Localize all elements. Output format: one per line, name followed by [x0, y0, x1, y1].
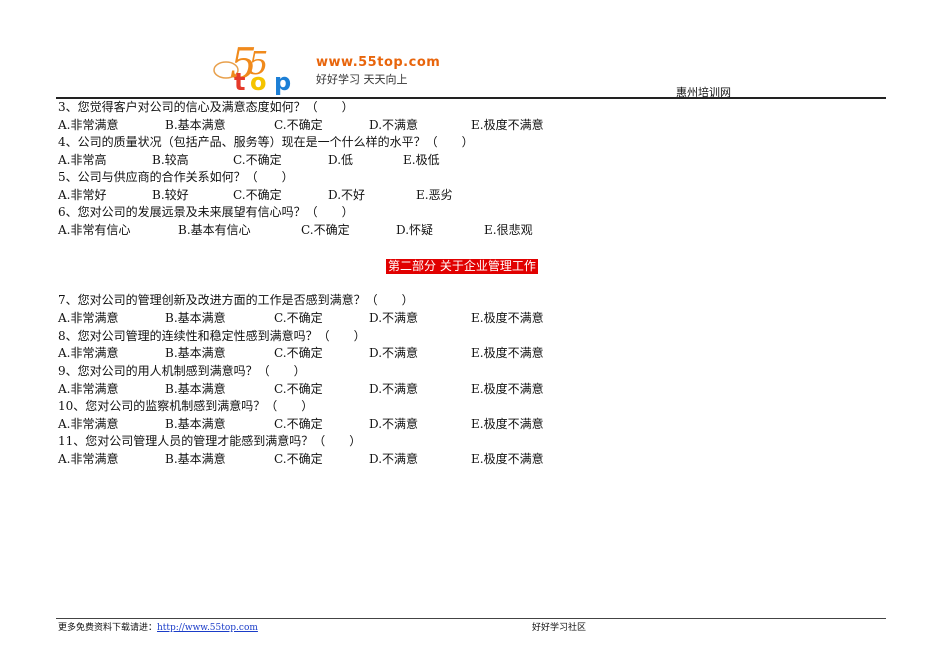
answer-option: E.极低: [403, 153, 440, 167]
footer-community: 好好学习社区: [532, 623, 587, 633]
answer-option: A.非常满意: [58, 452, 119, 466]
question-text: 8、您对公司管理的连续性和稳定性感到满意吗？（ ）: [58, 329, 366, 343]
answer-option: E.极度不满意: [471, 452, 544, 466]
answer-option: D.不满意: [369, 311, 419, 325]
question-text: 3、您觉得客户对公司的信心及满意态度如何？（ ）: [58, 100, 354, 114]
answer-option: C.不确定: [274, 452, 323, 466]
answer-option: D.不满意: [369, 382, 419, 396]
answer-option: D.低: [328, 153, 354, 167]
footer-download: 更多免费资料下载请进：http://www.55top.com: [58, 620, 258, 633]
footer-link[interactable]: http://www.55top.com: [157, 623, 258, 633]
answer-option: E.恶劣: [416, 188, 453, 202]
question-text: 10、您对公司的监察机制感到满意吗？（ ）: [58, 399, 314, 413]
answer-option: A.非常高: [58, 153, 107, 167]
answer-option: B.基本满意: [165, 452, 226, 466]
question-text: 9、您对公司的用人机制感到满意吗？（ ）: [58, 364, 306, 378]
answer-option: A.非常满意: [58, 311, 119, 325]
answer-option: C.不确定: [274, 417, 323, 431]
question-text: 6、您对公司的发展远景及未来展望有信心吗？（ ）: [58, 205, 354, 219]
answer-option: C.不确定: [233, 153, 282, 167]
answer-option: B.基本满意: [165, 382, 226, 396]
answer-option: A.非常满意: [58, 382, 119, 396]
question-text: 5、公司与供应商的合作关系如何？（ ）: [58, 170, 294, 184]
answer-option: A.非常满意: [58, 417, 119, 431]
answer-option: B.基本满意: [165, 417, 226, 431]
answer-option: C.不确定: [301, 223, 350, 237]
footer-divider: [56, 618, 886, 619]
answer-option: A.非常满意: [58, 118, 119, 132]
answer-option: D.不满意: [369, 417, 419, 431]
footer-download-label: 更多免费资料下载请进：: [58, 623, 158, 633]
section-title: 第二部分 关于企业管理工作: [386, 259, 538, 274]
answer-option: B.基本满意: [165, 346, 226, 360]
answer-option: C.不确定: [274, 382, 323, 396]
svg-text:p: p: [274, 68, 291, 96]
answer-option: A.非常有信心: [58, 223, 131, 237]
answer-option: E.极度不满意: [471, 382, 544, 396]
answer-option: D.不满意: [369, 452, 419, 466]
answer-option: B.基本有信心: [178, 223, 251, 237]
answer-option: B.较高: [152, 153, 189, 167]
answer-option: C.不确定: [233, 188, 282, 202]
svg-text:t: t: [234, 68, 245, 96]
logo-slogan: 好好学习 天天向上: [316, 73, 408, 86]
answer-option: B.较好: [152, 188, 189, 202]
answer-option: D.不好: [328, 188, 366, 202]
question-text: 11、您对公司管理人员的管理才能感到满意吗？（ ）: [58, 434, 362, 448]
question-text: 4、公司的质量状况（包括产品、服务等）现在是一个什么样的水平？（ ）: [58, 135, 474, 149]
answer-option: C.不确定: [274, 118, 323, 132]
answer-option: A.非常好: [58, 188, 107, 202]
answer-option: E.极度不满意: [471, 346, 544, 360]
answer-option: A.非常满意: [58, 346, 119, 360]
question-text: 7、您对公司的管理创新及改进方面的工作是否感到满意？（ ）: [58, 293, 414, 307]
answer-option: E.极度不满意: [471, 311, 544, 325]
logo-graphic-icon: 5 5 t o p: [213, 39, 291, 96]
answer-option: D.不满意: [369, 346, 419, 360]
answer-option: E.很悲观: [484, 223, 533, 237]
answer-option: C.不确定: [274, 311, 323, 325]
answer-option: D.怀疑: [396, 223, 434, 237]
answer-option: B.基本满意: [165, 311, 226, 325]
answer-option: D.不满意: [369, 118, 419, 132]
answer-option: B.基本满意: [165, 118, 226, 132]
svg-text:o: o: [250, 68, 267, 96]
answer-option: C.不确定: [274, 346, 323, 360]
answer-option: E.极度不满意: [471, 118, 544, 132]
logo-url: www.55top.com: [316, 55, 441, 70]
answer-option: E.极度不满意: [471, 417, 544, 431]
